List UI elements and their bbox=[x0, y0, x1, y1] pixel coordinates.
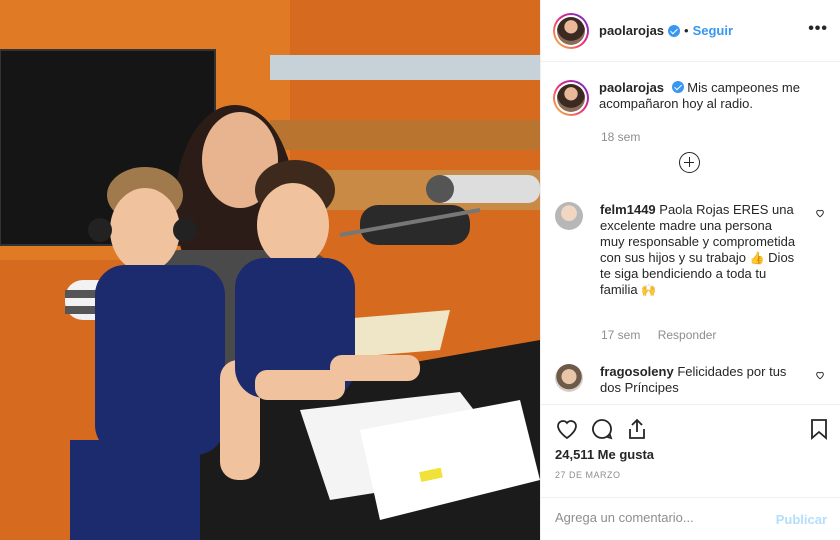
bookmark-icon[interactable] bbox=[807, 417, 831, 441]
likes-count[interactable]: 24,511 Me gusta bbox=[555, 447, 654, 462]
caption-avatar[interactable] bbox=[553, 80, 589, 116]
comment-item: felm1449 Paola Rojas ERES una excelente … bbox=[555, 202, 827, 298]
caption-timestamp[interactable]: 18 sem bbox=[601, 130, 640, 144]
heart-icon[interactable] bbox=[555, 417, 579, 441]
verified-badge-icon bbox=[668, 24, 681, 37]
publish-button[interactable]: Publicar bbox=[776, 512, 827, 527]
comment-item: fragosoleny Felicidades por tus dos Prín… bbox=[555, 364, 827, 396]
post-photo[interactable] bbox=[0, 0, 540, 540]
commenter-avatar[interactable] bbox=[555, 364, 583, 392]
caption-username[interactable]: paolarojas bbox=[599, 80, 664, 95]
comment-text: felm1449 Paola Rojas ERES una excelente … bbox=[600, 202, 798, 298]
author-username[interactable]: paolarojas bbox=[599, 23, 664, 38]
reply-button[interactable]: Responder bbox=[658, 328, 717, 342]
comment-like-heart-icon[interactable] bbox=[815, 208, 825, 218]
comment-icon[interactable] bbox=[590, 417, 614, 441]
add-comment-bar: Publicar bbox=[541, 497, 840, 540]
commenter-username[interactable]: felm1449 bbox=[600, 202, 656, 217]
post-date[interactable]: 27 DE MARZO bbox=[555, 470, 621, 480]
post-caption: paolarojas Mis campeones me acompañaron … bbox=[553, 80, 829, 116]
raised-hands-emoji: 🙌 bbox=[641, 283, 657, 297]
comment-like-heart-icon[interactable] bbox=[815, 370, 825, 380]
commenter-username[interactable]: fragosoleny bbox=[600, 364, 674, 379]
commenter-avatar[interactable] bbox=[555, 202, 583, 230]
follow-button[interactable]: Seguir bbox=[693, 23, 733, 38]
post-actions-section: 24,511 Me gusta 27 DE MARZO Publicar bbox=[541, 404, 840, 540]
comment-meta: 17 sem Responder bbox=[601, 328, 730, 342]
author-avatar[interactable] bbox=[553, 12, 589, 49]
comment-timestamp[interactable]: 17 sem bbox=[601, 328, 640, 342]
caption-text: paolarojas Mis campeones me acompañaron … bbox=[599, 80, 825, 116]
comment-text: fragosoleny Felicidades por tus dos Prín… bbox=[600, 364, 798, 396]
post-header: paolarojas • Seguir bbox=[541, 0, 840, 62]
thumbs-up-emoji: 👍 bbox=[749, 251, 765, 265]
photo-illustration bbox=[0, 0, 540, 540]
comment-input[interactable] bbox=[555, 510, 755, 525]
verified-badge-icon bbox=[671, 81, 684, 93]
post-side-panel: paolarojas • Seguir ••• paolarojas Mis c… bbox=[540, 0, 840, 540]
header-separator: • bbox=[684, 23, 689, 38]
share-icon[interactable] bbox=[625, 417, 649, 441]
load-more-comments-icon[interactable] bbox=[679, 152, 700, 173]
more-options-icon[interactable]: ••• bbox=[808, 21, 828, 37]
